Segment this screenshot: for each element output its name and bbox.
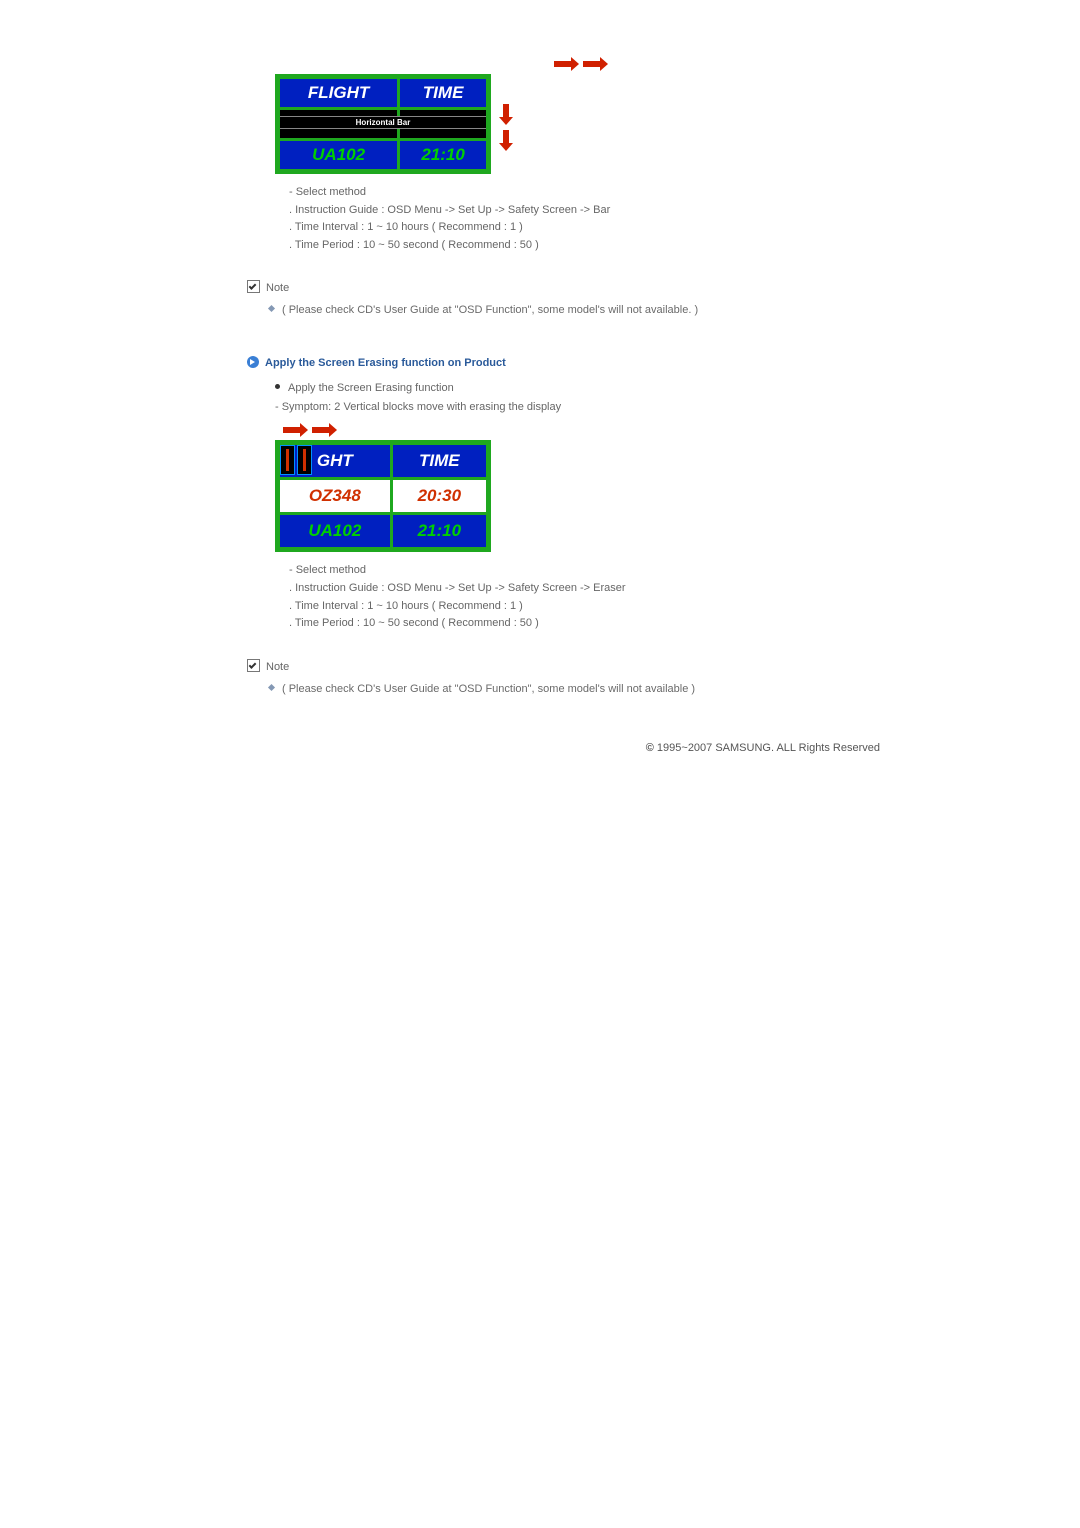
note-label: Note (266, 661, 289, 673)
intro-line-1: Apply the Screen Erasing function (275, 379, 880, 398)
cell-flight-2: UA102 (280, 141, 397, 169)
copyright: © 1995~2007 SAMSUNG. ALL Rights Reserved (275, 742, 880, 754)
time-interval-line: . Time Interval : 1 ~ 10 hours ( Recomme… (289, 219, 880, 237)
select-method-line: - Select method (289, 184, 880, 202)
time-interval-line: . Time Interval : 1 ~ 10 hours ( Recomme… (289, 598, 880, 616)
note-heading: Note (247, 659, 880, 673)
instruction-line: . Instruction Guide : OSD Menu -> Set Up… (289, 580, 880, 598)
copyright-text: 1995~2007 SAMSUNG. ALL Rights Reserved (657, 742, 880, 754)
arrow-bullet-icon (247, 356, 259, 368)
heading-text: Apply the Screen Erasing function on Pro… (265, 357, 506, 369)
note-text: ( Please check CD's User Guide at "OSD F… (282, 683, 695, 695)
diamond-icon (268, 305, 275, 312)
arrow-right-icon (312, 427, 330, 433)
dot-icon (275, 384, 280, 389)
col-header-time: TIME (390, 445, 486, 477)
illustration-hbar: Horizontal Bar FLIGHT TIME OZ348 20:30 U… (275, 58, 880, 174)
cell-flight-2: UA102 (280, 515, 390, 547)
arrow-right-icon (583, 61, 601, 67)
section2-text: - Select method . Instruction Guide : OS… (289, 562, 880, 632)
col-header-time: TIME (397, 79, 486, 107)
cell-time-2: 21:10 (397, 141, 486, 169)
note-item: ( Please check CD's User Guide at "OSD F… (269, 681, 880, 699)
note-heading: Note (247, 280, 880, 294)
copyright-icon: © (646, 742, 654, 754)
time-period-line: . Time Period : 10 ~ 50 second ( Recomme… (289, 615, 880, 633)
arrow-down-icon (503, 130, 509, 144)
section1-text: - Select method . Instruction Guide : OS… (289, 184, 880, 254)
eraser-blocks (280, 445, 314, 475)
diamond-icon (268, 684, 275, 691)
note-label: Note (266, 282, 289, 294)
screen-preview: GHT TIME OZ348 20:30 UA102 21:10 (275, 440, 491, 552)
horizontal-bar-label: Horizontal Bar (280, 116, 486, 129)
col-header-flight: FLIGHT (280, 79, 397, 107)
time-period-line: . Time Period : 10 ~ 50 second ( Recomme… (289, 237, 880, 255)
check-icon (247, 659, 260, 672)
instruction-line: . Instruction Guide : OSD Menu -> Set Up… (289, 202, 880, 220)
note-text: ( Please check CD's User Guide at "OSD F… (282, 304, 698, 316)
intro-line-2: - Symptom: 2 Vertical blocks move with e… (275, 398, 880, 417)
arrows-row (275, 424, 880, 436)
note-item: ( Please check CD's User Guide at "OSD F… (269, 302, 880, 320)
arrow-down-icon (503, 104, 509, 118)
arrow-right-icon (283, 427, 301, 433)
cell-time-2: 21:10 (390, 515, 486, 547)
check-icon (247, 280, 260, 293)
screen-preview: Horizontal Bar FLIGHT TIME OZ348 20:30 U… (275, 74, 491, 174)
eraser-block-icon (280, 445, 295, 475)
arrows-column (499, 98, 513, 150)
cell-flight-1: OZ348 (280, 480, 390, 512)
cell-time-1: 20:30 (390, 480, 486, 512)
select-method-line: - Select method (289, 562, 880, 580)
arrows-row (275, 58, 880, 70)
eraser-block-icon (297, 445, 312, 475)
section-heading-erasing: Apply the Screen Erasing function on Pro… (247, 356, 880, 369)
illustration-eraser: GHT TIME OZ348 20:30 UA102 21:10 (275, 424, 880, 552)
arrow-right-icon (554, 61, 572, 67)
